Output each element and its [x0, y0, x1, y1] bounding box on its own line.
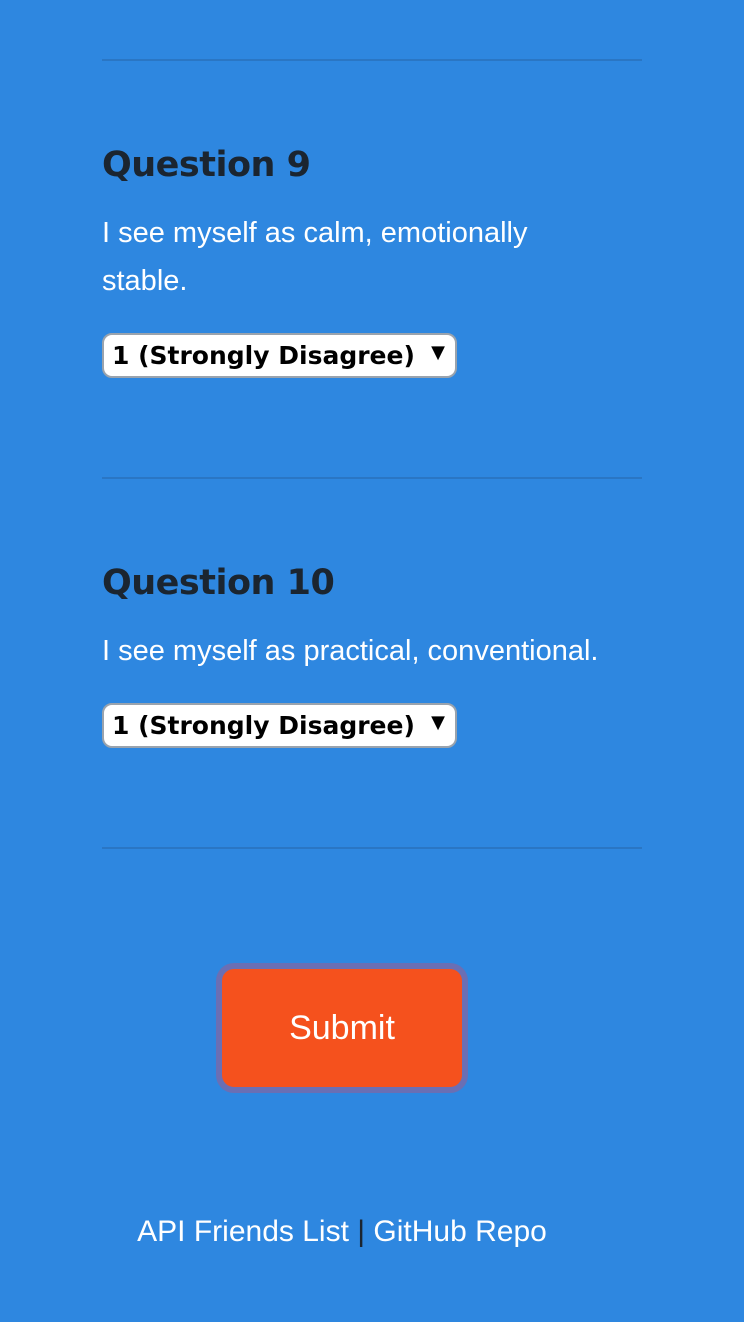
question-9: Question 9 I see myself as calm, emotion… — [102, 143, 582, 378]
question-10: Question 10 I see myself as practical, c… — [102, 561, 662, 748]
footer: API Friends List | GitHub Repo — [0, 1210, 684, 1254]
dropdown-arrow-icon: ▼ — [431, 342, 445, 363]
footer-separator: | — [357, 1215, 366, 1248]
answer-select-question-10[interactable]: 1 (Strongly Disagree) ▼ — [102, 703, 457, 748]
divider-top — [102, 59, 642, 61]
question-title: Question 10 — [102, 563, 335, 603]
selected-value: 1 (Strongly Disagree) — [112, 711, 415, 740]
question-text: I see myself as calm, emotionally stable… — [102, 217, 528, 297]
selected-value: 1 (Strongly Disagree) — [112, 341, 415, 370]
dropdown-arrow-icon: ▼ — [431, 712, 445, 733]
question-title: Question 9 — [102, 145, 311, 185]
answer-select-question-9[interactable]: 1 (Strongly Disagree) ▼ — [102, 333, 457, 378]
api-friends-list-link[interactable]: API Friends List — [137, 1215, 349, 1248]
divider-middle — [102, 477, 642, 479]
submit-button[interactable]: Submit — [216, 963, 468, 1093]
github-repo-link[interactable]: GitHub Repo — [373, 1215, 546, 1248]
question-text: I see myself as practical, conventional. — [102, 635, 599, 667]
divider-bottom — [102, 847, 642, 849]
